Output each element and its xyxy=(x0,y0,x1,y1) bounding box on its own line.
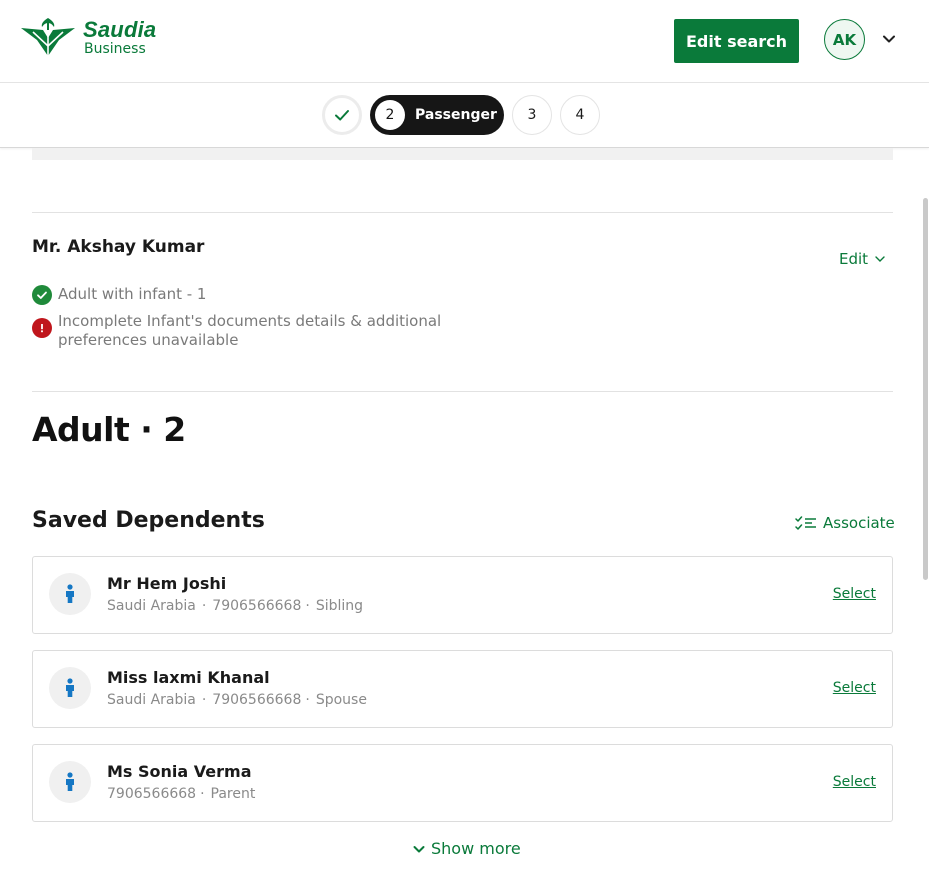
edit-passenger-link[interactable]: Edit xyxy=(839,250,886,268)
booking-stepper: 2 Passenger 3 4 xyxy=(0,83,929,148)
dependent-phone: 7906566668 xyxy=(107,786,197,802)
chevron-down-icon[interactable] xyxy=(880,30,898,48)
person-avatar xyxy=(49,667,91,709)
dependent-phone: 7906566668 xyxy=(212,692,302,708)
step-2-active[interactable]: 2 Passenger xyxy=(370,95,504,135)
divider xyxy=(32,391,893,392)
dependent-card: Ms Sonia Verma 7906566668 · Parent Select xyxy=(32,744,893,822)
step-1-completed[interactable] xyxy=(322,95,362,135)
adult-section-heading: Adult · 2 xyxy=(32,410,186,449)
dependent-name: Mr Hem Joshi xyxy=(107,574,227,593)
dependent-card: Miss laxmi Khanal Saudi Arabia · 790656666… xyxy=(32,650,893,728)
dependent-country: Saudi Arabia xyxy=(107,598,196,614)
status-complete: Adult with infant - 1 xyxy=(32,285,478,305)
checklist-icon xyxy=(795,516,816,530)
step-label: Passenger xyxy=(415,107,497,123)
brand-sub: Business xyxy=(84,40,146,57)
select-dependent-link[interactable]: Select xyxy=(833,774,876,790)
top-header: Saudia Business Edit search AK xyxy=(0,0,929,83)
dependent-relation: Spouse xyxy=(315,692,367,708)
person-avatar xyxy=(49,761,91,803)
status-warning-text: Incomplete Infant's documents details & … xyxy=(58,312,442,349)
associate-link[interactable]: Associate xyxy=(795,514,895,532)
edit-label: Edit xyxy=(839,250,869,268)
status-complete-text: Adult with infant - 1 xyxy=(58,285,207,303)
chevron-down-icon xyxy=(875,256,885,262)
saved-dependents-heading: Saved Dependents xyxy=(32,508,265,533)
show-more-label: Show more xyxy=(431,839,521,858)
person-icon xyxy=(66,584,74,603)
dependent-meta: Saudi Arabia · 7906566668 · Spouse xyxy=(107,692,367,708)
step-number: 2 xyxy=(375,100,405,130)
dependent-relation: Sibling xyxy=(315,598,364,614)
chevron-down-icon xyxy=(413,845,425,852)
brand-name: Saudia xyxy=(83,16,157,42)
show-more-button[interactable]: Show more xyxy=(412,839,521,858)
select-dependent-link[interactable]: Select xyxy=(833,586,876,602)
person-icon xyxy=(66,678,74,697)
error-alert-icon xyxy=(32,318,52,338)
dependent-meta: 7906566668 · Parent xyxy=(107,786,256,802)
divider xyxy=(32,212,893,213)
saudia-business-logo[interactable]: Saudia Business xyxy=(19,16,156,58)
dependent-name: Miss laxmi Khanal xyxy=(107,668,270,687)
dependent-name: Ms Sonia Verma xyxy=(107,762,252,781)
dependent-relation: Parent xyxy=(210,786,256,802)
person-avatar xyxy=(49,573,91,615)
step-4[interactable]: 4 xyxy=(560,95,600,135)
dependent-country: Saudi Arabia xyxy=(107,692,196,708)
passenger-name: Mr. Akshay Kumar xyxy=(32,237,205,257)
edit-search-button[interactable]: Edit search xyxy=(674,19,799,63)
check-icon xyxy=(335,110,349,121)
associate-label: Associate xyxy=(823,514,895,532)
dependent-card: Mr Hem Joshi Saudi Arabia · 7906566668 · Sib… xyxy=(32,556,893,634)
user-avatar[interactable]: AK xyxy=(824,19,865,60)
dependent-meta: Saudi Arabia · 7906566668 · Sibling xyxy=(107,598,364,614)
check-circle-icon xyxy=(32,285,52,305)
collapsed-panel-bottom xyxy=(32,148,893,160)
dependent-phone: 7906566668 xyxy=(212,598,302,614)
status-warning: Incomplete Infant's documents details & … xyxy=(32,312,478,350)
step-3[interactable]: 3 xyxy=(512,95,552,135)
select-dependent-link[interactable]: Select xyxy=(833,680,876,696)
person-icon xyxy=(66,772,74,791)
page-scrollbar[interactable] xyxy=(923,198,928,580)
saudia-palm-logo-icon xyxy=(21,18,75,56)
